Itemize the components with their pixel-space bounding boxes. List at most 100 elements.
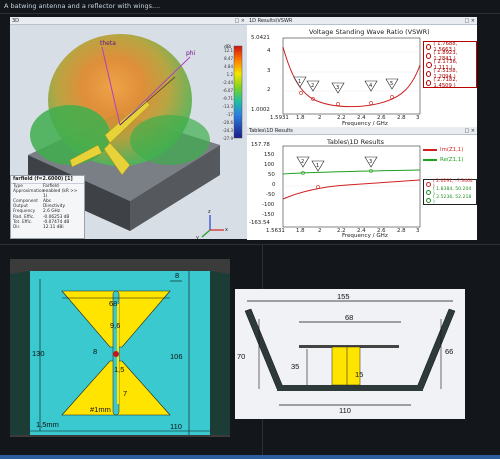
marker-legend-item: ( 2.5236, 52.218 ): [424, 195, 476, 205]
marker-dot-icon: [426, 189, 431, 195]
feed-point: [113, 351, 119, 357]
right-wing: [210, 271, 230, 435]
vswr-marker-label: 5: [390, 81, 393, 87]
antenna-drawing-svg: [10, 271, 230, 435]
colorbar-label: 8.47: [224, 56, 233, 61]
section-separator: [0, 244, 500, 245]
legend-dot-icon: [426, 70, 432, 77]
legend-dot-icon: [426, 52, 432, 59]
vswr-marker-point: [390, 95, 394, 99]
vswr-marker-label: 1: [298, 79, 301, 85]
triad-y-label: y: [196, 235, 199, 239]
theta-label: theta: [100, 40, 116, 47]
dim-label: 35: [291, 362, 300, 371]
legend-dot-icon: [426, 43, 432, 50]
vswr-marker-label: 4: [369, 83, 372, 89]
window-controls[interactable]: □ ×: [234, 17, 245, 25]
vswr-marker-flag[interactable]: 4: [364, 80, 378, 92]
vswr-marker-point: [369, 101, 373, 105]
colorbar: [233, 45, 243, 139]
info-key: Approximation: [13, 189, 45, 195]
colorbar-label: -2.44: [222, 80, 233, 85]
legend-item: ( 2.7182, 1.4509 ): [424, 76, 476, 89]
dim-label: 9,6: [110, 321, 121, 330]
radiation-sidelobe-2: [130, 115, 210, 165]
info-key: Dir.: [13, 224, 21, 230]
dim-label: 106: [170, 352, 183, 361]
triad-z-label: z: [208, 209, 211, 215]
dim-label: 7: [123, 389, 128, 398]
colorbar-label: -13.3: [222, 104, 233, 109]
vswr-axes-frame: [282, 37, 421, 115]
vswr-marker-label: 2: [311, 83, 314, 89]
vswr-marker-flag[interactable]: 2: [306, 80, 320, 92]
marker-text: ( 2.5236, 52.218 ): [432, 195, 472, 205]
vswr-marker-flag[interactable]: 5: [385, 78, 399, 90]
farfield-info-box: farfield (f=2.6000) [1] Type Farfield App…: [10, 175, 85, 239]
taskbar-strip: [0, 455, 500, 459]
colorbar-label: 1.2: [226, 72, 233, 77]
image-caption: A batwing antenna and a reflector with w…: [4, 2, 161, 10]
panel-header-3d[interactable]: 3D □ ×: [10, 17, 247, 25]
vswr-marker-flag[interactable]: 3: [331, 82, 345, 94]
dim-label: 70: [237, 352, 246, 361]
reflector-drawing-svg: [244, 300, 456, 406]
colorbar-label: -24.3: [222, 128, 233, 133]
colorbar-label: -27.9: [222, 136, 233, 141]
left-wing: [10, 271, 30, 435]
series-legend-item: Im(Z1,1): [423, 145, 463, 155]
marker-dot-icon: [426, 197, 431, 203]
colorbar-label: 4.84: [224, 64, 233, 69]
tables-marker-flag[interactable]: 3: [364, 156, 378, 168]
dim-label: 66: [445, 347, 454, 356]
dim-label: 68: [345, 313, 354, 322]
radiation-sidelobe: [30, 105, 110, 165]
antenna-dimension-drawing: 8 68 9,6 8 130 106 1,5 7 #1mm 1,5mm 110: [10, 259, 230, 437]
dim-label: 1,5mm: [36, 420, 59, 429]
vswr-marker-point: [336, 102, 340, 106]
reflector-base: [277, 385, 423, 391]
dim-label: 155: [337, 292, 350, 301]
tables-marker-label: 2: [301, 159, 304, 165]
triad-y: [201, 229, 211, 238]
vswr-marker-label: 3: [336, 85, 339, 91]
legend-dot-icon: [426, 61, 432, 68]
vswr-marker-legend: ( 1.7688, 1.5663 ) ( 1.8923, 1.2841 ) ( …: [423, 41, 477, 89]
series-line-icon: [423, 159, 437, 161]
colorbar-label: -6.07: [222, 88, 233, 93]
dim-label: #1mm: [90, 405, 111, 414]
triad-x-label: x: [225, 227, 228, 233]
vswr-marker-point: [299, 91, 303, 95]
antenna-post: [331, 346, 361, 386]
legend-text: ( 2.7182, 1.4509 ): [433, 76, 458, 89]
tables-marker-legend: ( 2.0291, -7.3464 ) ( 1.8384, 50.204 ) (…: [423, 179, 477, 205]
caption-separator: [0, 13, 500, 14]
info-title: farfield (f=2.6000) [1]: [11, 176, 84, 184]
tables-marker-label: 3: [369, 159, 372, 165]
phi-label: phi: [186, 50, 196, 57]
series-legend-item: Re(Z1,1): [423, 155, 463, 165]
info-value: 12.11 dBi: [43, 224, 64, 230]
colorbar-label: 12.1: [224, 48, 233, 53]
re-curve: [282, 169, 421, 175]
tables-marker-flag[interactable]: 2: [296, 156, 310, 168]
legend-dot-icon: [426, 79, 432, 86]
tables-marker-flag[interactable]: 1: [311, 160, 325, 172]
marker-dot-icon: [426, 181, 431, 187]
series-legend: Im(Z1,1) Re(Z1,1): [423, 145, 463, 165]
dim-label: 130: [32, 349, 45, 358]
dim-label: 68: [109, 299, 118, 308]
dim-label: 8: [175, 271, 180, 280]
vswr-panel[interactable]: 1D Results\VSWR □ × Voltage Standing Wav…: [247, 17, 477, 127]
panel-title-3d: 3D: [12, 18, 20, 24]
vswr-marker-flag[interactable]: 1: [293, 76, 307, 88]
series-name: Im(Z1,1): [440, 147, 464, 153]
impedance-panel[interactable]: Tables\1D Results □ × Tables\1D Results …: [247, 127, 477, 240]
info-value: enabled (kR >> 1): [43, 189, 78, 200]
tables-marker-label: 1: [316, 163, 319, 169]
dim-label: 1,5: [114, 365, 125, 374]
colorbar-label: -17: [226, 112, 233, 117]
dim-label: 110: [339, 406, 351, 415]
reflector-left-wing: [244, 308, 284, 390]
reflector-dimension-drawing: 155 68 70 66 35 15 110: [235, 289, 465, 419]
